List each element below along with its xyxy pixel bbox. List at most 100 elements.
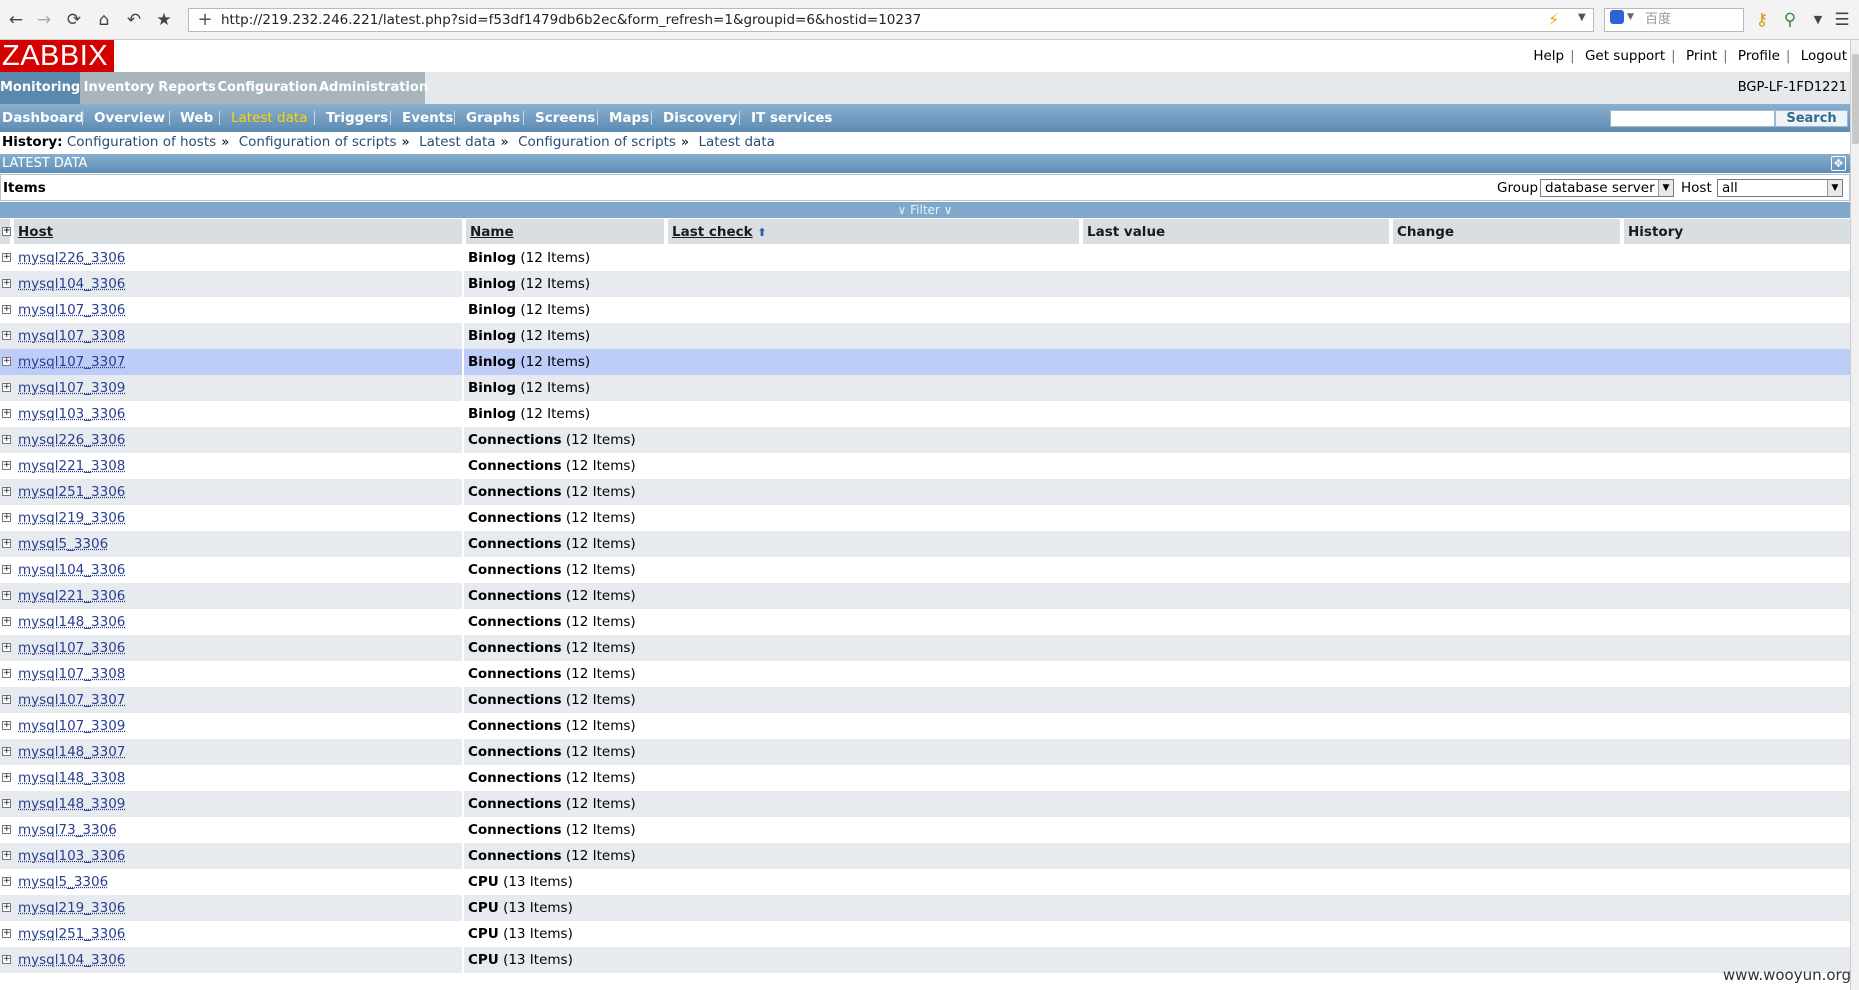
table-row[interactable]: + mysql104_3306 CPU (13 Items) [0,947,1850,973]
expand-icon[interactable]: + [2,955,11,964]
back-icon[interactable]: ← [4,8,28,32]
sub-item-maps[interactable]: Maps [609,104,649,132]
table-row[interactable]: + mysql5_3306 CPU (13 Items) [0,869,1850,895]
table-row[interactable]: + mysql107_3307 Connections (12 Items) [0,687,1850,713]
group-select[interactable]: database server ▼ [1540,179,1674,197]
search-button[interactable]: Search [1775,110,1848,127]
sub-item-it-services[interactable]: IT services [751,104,832,132]
sub-item-latest-data[interactable]: Latest data [231,104,307,132]
col-name[interactable]: Name [466,219,666,244]
chevron-down-icon[interactable]: ▼ [1806,8,1830,32]
expand-icon[interactable]: + [2,331,11,340]
expand-icon[interactable]: + [2,721,11,730]
host-link[interactable]: mysql148_3308 [18,765,125,791]
history-link[interactable]: Latest data [698,134,774,150]
host-link[interactable]: mysql107_3306 [18,297,125,323]
host-link[interactable]: mysql148_3306 [18,609,125,635]
expand-icon[interactable]: + [2,799,11,808]
table-row[interactable]: + mysql219_3306 CPU (13 Items) [0,895,1850,921]
host-link[interactable]: mysql107_3309 [18,713,125,739]
host-link[interactable]: mysql226_3306 [18,245,125,271]
expand-icon[interactable]: + [2,929,11,938]
host-link[interactable]: mysql221_3308 [18,453,125,479]
sub-item-dashboard[interactable]: Dashboard [2,104,84,132]
tab-administration[interactable]: Administration [319,72,428,104]
host-link[interactable]: mysql104_3306 [18,271,125,297]
filter-toggle[interactable]: ∨ Filter ∨ [0,202,1850,218]
host-link[interactable]: mysql107_3308 [18,661,125,687]
table-row[interactable]: + mysql107_3309 Connections (12 Items) [0,713,1850,739]
expand-icon[interactable]: + [2,435,11,444]
fullscreen-icon[interactable]: ✥ [1831,156,1846,171]
host-link[interactable]: mysql107_3307 [18,687,125,713]
host-link[interactable]: mysql103_3306 [18,843,125,869]
accelerate-icon[interactable]: ⚡ [1548,10,1559,29]
table-row[interactable]: + mysql73_3306 Connections (12 Items) [0,817,1850,843]
table-row[interactable]: + mysql226_3306 Connections (12 Items) [0,427,1850,453]
key-icon[interactable]: ⚷ [1750,8,1774,32]
host-select[interactable]: all ▼ [1717,179,1843,197]
sub-item-events[interactable]: Events [402,104,453,132]
expand-icon[interactable]: + [2,591,11,600]
expand-icon[interactable]: + [2,747,11,756]
col-host[interactable]: Host [14,219,464,244]
table-row[interactable]: + mysql107_3308 Connections (12 Items) [0,661,1850,687]
host-link[interactable]: mysql104_3306 [18,557,125,583]
forward-icon[interactable]: → [32,8,56,32]
scrollbar-thumb[interactable] [1852,54,1859,144]
host-link[interactable]: mysql219_3306 [18,895,125,921]
table-row[interactable]: + mysql103_3306 Binlog (12 Items) [0,401,1850,427]
tab-configuration[interactable]: Configuration [216,72,319,104]
sub-item-triggers[interactable]: Triggers [326,104,388,132]
reload-icon[interactable]: ⟳ [62,8,86,32]
chevron-down-icon[interactable]: ▼ [1627,12,1634,22]
chevron-down-icon[interactable]: ▼ [1578,12,1586,23]
expand-icon[interactable]: + [2,513,11,522]
expand-icon[interactable]: + [2,383,11,392]
home-icon[interactable]: ⌂ [92,8,116,32]
history-link[interactable]: Configuration of scripts [239,134,397,150]
expand-all-icon[interactable]: + [2,227,11,236]
host-link[interactable]: mysql107_3309 [18,375,125,401]
host-link[interactable]: mysql226_3306 [18,427,125,453]
expand-icon[interactable]: + [2,903,11,912]
table-row[interactable]: + mysql107_3307 Binlog (12 Items) [0,349,1850,375]
expand-icon[interactable]: + [2,773,11,782]
table-row[interactable]: + mysql107_3306 Binlog (12 Items) [0,297,1850,323]
table-row[interactable]: + mysql107_3306 Connections (12 Items) [0,635,1850,661]
expand-icon[interactable]: + [2,279,11,288]
table-row[interactable]: + mysql104_3306 Binlog (12 Items) [0,271,1850,297]
host-link[interactable]: mysql148_3307 [18,739,125,765]
expand-icon[interactable]: + [2,565,11,574]
sub-item-web[interactable]: Web [180,104,213,132]
table-row[interactable]: + mysql226_3306 Binlog (12 Items) [0,245,1850,271]
host-link[interactable]: mysql5_3306 [18,531,108,557]
history-link[interactable]: Latest data [419,134,495,150]
table-row[interactable]: + mysql221_3306 Connections (12 Items) [0,583,1850,609]
expand-icon[interactable]: + [2,617,11,626]
search-input[interactable] [1610,110,1775,127]
bookmark-star-icon[interactable]: ★ [152,8,176,32]
table-row[interactable]: + mysql103_3306 Connections (12 Items) [0,843,1850,869]
undo-icon[interactable]: ↶ [122,8,146,32]
tab-inventory[interactable]: Inventory [80,72,158,104]
expand-icon[interactable]: + [2,851,11,860]
expand-icon[interactable]: + [2,825,11,834]
host-link[interactable]: mysql107_3308 [18,323,125,349]
host-link[interactable]: mysql73_3306 [18,817,117,843]
expand-icon[interactable]: + [2,357,11,366]
table-row[interactable]: + mysql107_3309 Binlog (12 Items) [0,375,1850,401]
table-row[interactable]: + mysql251_3306 Connections (12 Items) [0,479,1850,505]
host-link[interactable]: mysql103_3306 [18,401,125,427]
search-engine-icon[interactable] [1610,10,1624,24]
address-bar[interactable]: http://219.232.246.221/latest.php?sid=f5… [188,8,1594,32]
logout-link[interactable]: Logout [1801,48,1847,64]
menu-icon[interactable]: ☰ [1830,8,1854,32]
sub-item-discovery[interactable]: Discovery [663,104,738,132]
host-link[interactable]: mysql251_3306 [18,921,125,947]
table-row[interactable]: + mysql219_3306 Connections (12 Items) [0,505,1850,531]
zoom-icon[interactable]: ⚲ [1778,8,1802,32]
new-tab-icon[interactable]: + [194,8,216,32]
zabbix-logo[interactable]: ZABBIX [0,40,114,72]
host-link[interactable]: mysql148_3309 [18,791,125,817]
